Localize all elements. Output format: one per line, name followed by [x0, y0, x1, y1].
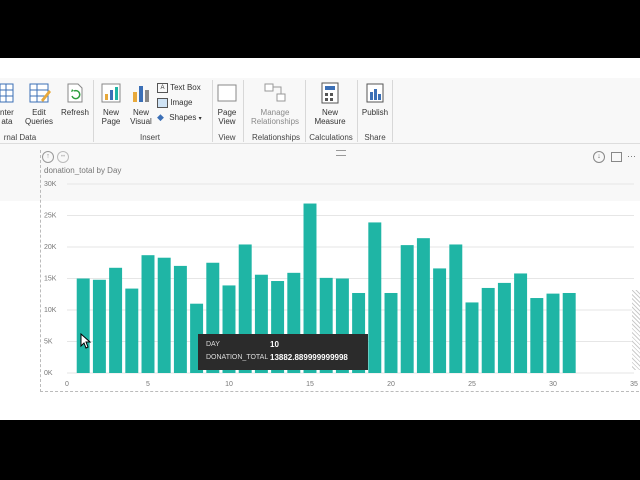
group-view: View [218, 133, 236, 142]
x-tick-label: 5 [146, 381, 150, 388]
tooltip-day-label: DAY [206, 341, 220, 348]
enter-data-label: nter ata [0, 108, 14, 126]
publish-icon [366, 83, 384, 103]
tooltip: DAY 10 DONATION_TOTAL 13882.889999999998 [198, 334, 368, 370]
ribbon-separator [392, 80, 393, 142]
tooltip-total-label: DONATION_TOTAL [206, 354, 269, 361]
x-tick-label: 25 [468, 381, 476, 388]
page-view-icon [217, 84, 237, 102]
chevron-down-icon: ▾ [198, 116, 202, 122]
refresh-button[interactable]: Refresh [60, 82, 90, 126]
bar[interactable] [173, 265, 187, 373]
y-tick-label: 10K [44, 307, 57, 314]
bar[interactable] [125, 288, 139, 373]
y-tick-label: 0K [44, 370, 53, 377]
new-visual-button[interactable]: New Visual [128, 82, 154, 126]
x-tick-label: 0 [65, 381, 69, 388]
group-share: Share [364, 133, 386, 142]
publish-button[interactable]: Publish [360, 82, 390, 126]
bar[interactable] [514, 273, 528, 373]
new-page-icon [101, 83, 121, 103]
group-relationships: Relationships [251, 133, 301, 142]
bar[interactable] [400, 245, 414, 373]
bar[interactable] [465, 302, 479, 373]
refresh-label: Refresh [60, 108, 89, 117]
manage-relationships-label: Manage Relationships [250, 108, 300, 126]
bar[interactable] [157, 257, 171, 373]
bar[interactable] [481, 287, 495, 373]
panel-edge [632, 290, 640, 370]
shapes-icon: ◆ [157, 112, 164, 123]
image-label: Image [170, 98, 193, 107]
bar[interactable] [530, 298, 544, 373]
new-visual-icon [133, 86, 149, 102]
bar[interactable] [76, 278, 90, 374]
new-visual-label: New Visual [130, 108, 152, 126]
bar[interactable] [141, 255, 155, 373]
bar[interactable] [562, 292, 576, 373]
x-tick-label: 35 [630, 381, 638, 388]
y-tick-label: 5K [44, 339, 53, 346]
new-page-label: New Page [101, 108, 121, 126]
bar[interactable] [92, 279, 106, 373]
mouse-cursor-icon [80, 333, 92, 349]
y-tick-label: 30K [44, 181, 57, 188]
new-measure-label: New Measure [314, 108, 346, 126]
ribbon-separator [93, 80, 94, 142]
tooltip-total-value: 13882.889999999998 [270, 353, 348, 362]
bar[interactable] [368, 222, 382, 373]
ribbon-bottom-border [0, 143, 640, 144]
edit-queries-button[interactable]: Edit Queries [22, 82, 56, 126]
page-view-label: Page View [217, 108, 237, 126]
text-box-icon: A [157, 82, 168, 93]
refresh-icon [67, 83, 83, 103]
y-tick-label: 15K [44, 276, 57, 283]
bar[interactable] [497, 282, 511, 373]
bar[interactable] [449, 244, 463, 373]
group-calculations: Calculations [309, 133, 353, 142]
x-tick-label: 20 [387, 381, 395, 388]
publish-label: Publish [361, 108, 389, 117]
text-box-button[interactable]: A Text Box [157, 82, 201, 94]
ribbon-tab-strip [0, 58, 640, 78]
calculator-icon [321, 82, 339, 104]
bar[interactable] [416, 238, 430, 373]
manage-relationships-button[interactable]: Manage Relationships [248, 82, 302, 126]
shapes-label: Shapes [169, 113, 197, 122]
enter-data-button[interactable]: nter ata [0, 82, 16, 126]
bar[interactable] [433, 268, 447, 373]
text-box-label: Text Box [170, 83, 201, 92]
edit-queries-icon [29, 83, 51, 103]
page-view-button[interactable]: Page View [214, 82, 240, 126]
relationships-icon [264, 83, 286, 102]
edit-queries-label: Edit Queries [24, 108, 53, 126]
new-measure-button[interactable]: New Measure [310, 82, 350, 126]
tooltip-day-value: 10 [270, 340, 279, 349]
bar[interactable] [109, 267, 123, 373]
group-external-data: rnal Data [3, 133, 37, 142]
group-insert: Insert [139, 133, 160, 142]
image-button[interactable]: Image [157, 97, 192, 109]
bar[interactable] [384, 292, 398, 373]
image-icon [157, 97, 168, 108]
x-tick-label: 15 [306, 381, 314, 388]
new-page-button[interactable]: New Page [98, 82, 124, 126]
shapes-button[interactable]: ◆ Shapes ▾ [157, 112, 202, 124]
table-icon [0, 83, 14, 103]
y-tick-label: 20K [44, 244, 57, 251]
y-tick-label: 25K [44, 213, 57, 220]
x-tick-label: 10 [225, 381, 233, 388]
bar[interactable] [546, 293, 560, 373]
ribbon-separator [243, 80, 244, 142]
x-tick-label: 30 [549, 381, 557, 388]
